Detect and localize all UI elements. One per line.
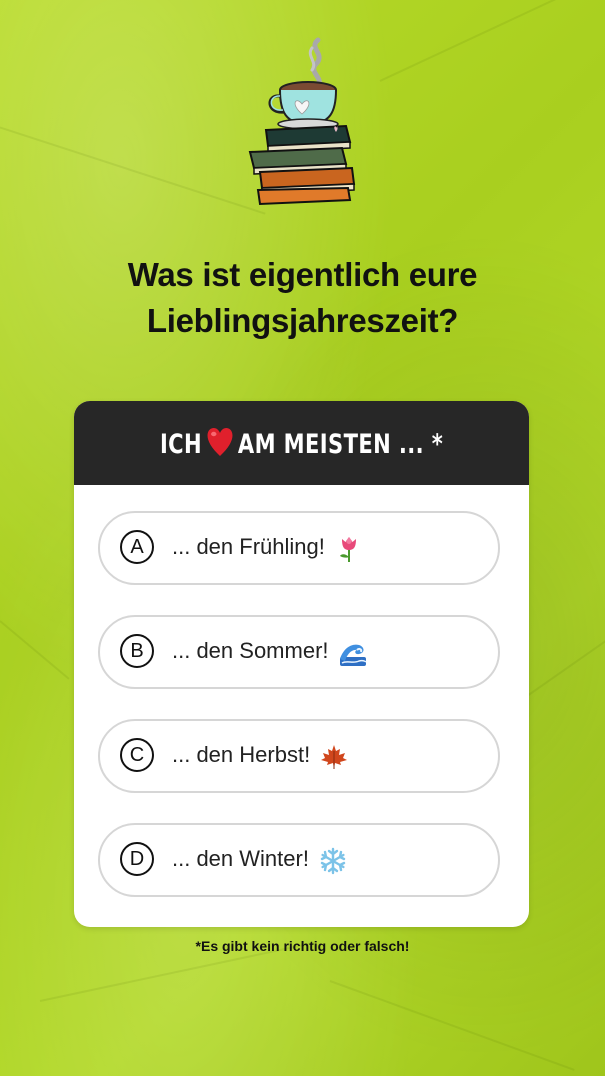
quiz-option-d[interactable]: D ... den Winter! bbox=[98, 823, 500, 897]
page-title-line-1: Was ist eigentlich eure bbox=[127, 256, 478, 293]
option-text-c: ... den Herbst! bbox=[172, 742, 311, 767]
option-text-a: ... den Frühling! bbox=[172, 534, 325, 559]
footnote: *Es gibt kein richtig oder falsch! bbox=[195, 938, 410, 954]
option-letter-d: D bbox=[120, 842, 154, 876]
books-coffee-sticker bbox=[248, 37, 356, 206]
maple-leaf-icon bbox=[321, 745, 347, 769]
page-title: Was ist eigentlich eure Lieblingsjahresz… bbox=[0, 252, 605, 344]
heart-icon bbox=[207, 427, 233, 456]
tulip-icon bbox=[340, 537, 356, 562]
paper-crease bbox=[329, 980, 575, 1071]
quiz-option-a[interactable]: A ... den Frühling! bbox=[98, 511, 500, 585]
quiz-title-after: AM MEISTEN ... * bbox=[237, 428, 444, 460]
quiz-title: ICH AM MEISTEN ... * bbox=[160, 427, 443, 460]
quiz-title-before: ICH bbox=[159, 428, 202, 460]
paper-crease bbox=[0, 620, 70, 680]
option-letter-b: B bbox=[120, 634, 154, 668]
quiz-sticker: ICH AM MEISTEN ... * A ... den Frühling!… bbox=[74, 401, 529, 927]
quiz-option-b[interactable]: B ... den Sommer! bbox=[98, 615, 500, 689]
paper-crease bbox=[519, 631, 605, 702]
paper-crease bbox=[379, 0, 605, 82]
quiz-option-c[interactable]: C ... den Herbst! bbox=[98, 719, 500, 793]
option-letter-a: A bbox=[120, 530, 154, 564]
option-text-d: ... den Winter! bbox=[172, 846, 309, 871]
option-text-b: ... den Sommer! bbox=[172, 638, 329, 663]
page-title-line-2: Lieblingsjahreszeit? bbox=[146, 302, 459, 339]
wave-icon bbox=[340, 644, 367, 666]
snowflake-icon bbox=[320, 847, 346, 875]
quiz-header: ICH AM MEISTEN ... * bbox=[74, 401, 529, 485]
option-letter-c: C bbox=[120, 738, 154, 772]
paper-crease bbox=[0, 120, 266, 215]
